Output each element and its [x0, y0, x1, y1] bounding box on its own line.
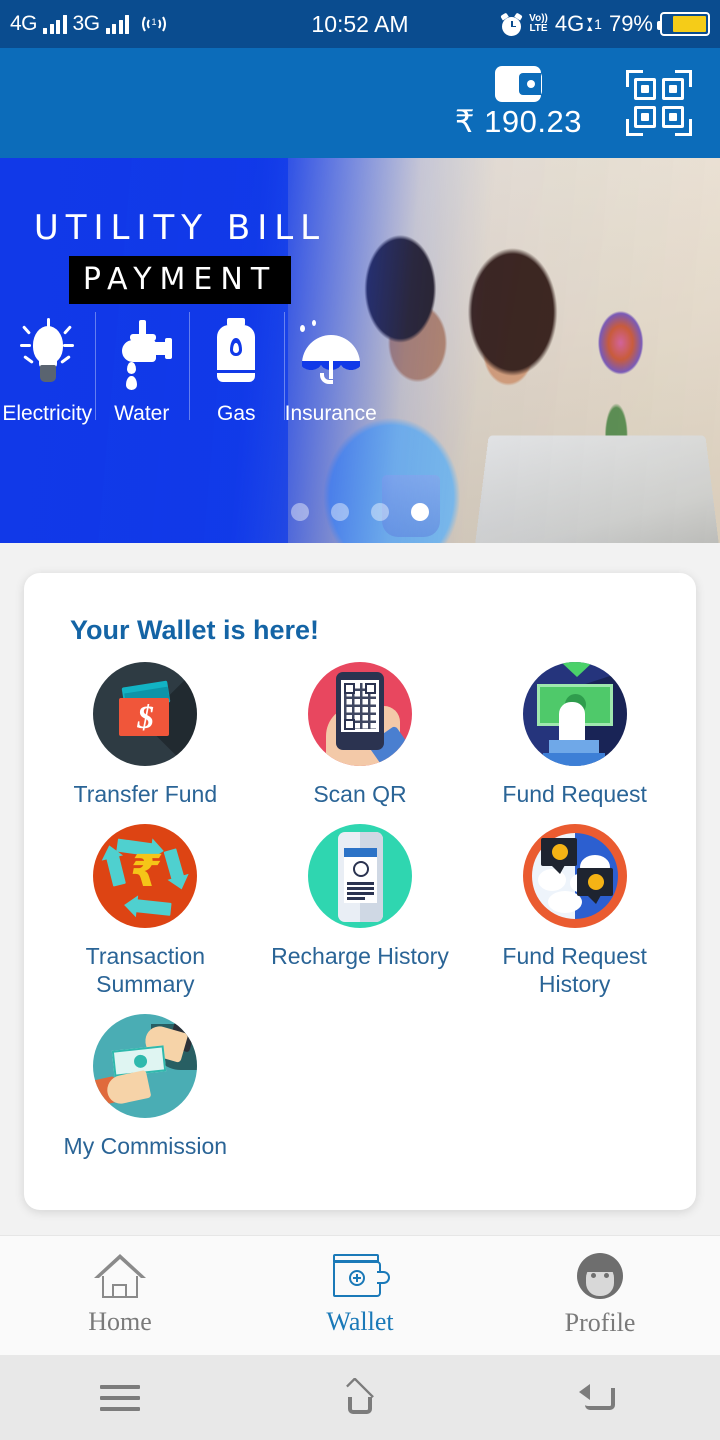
volte-line2: LTE [529, 23, 548, 34]
data-network-label: 4G [554, 11, 585, 36]
fund-request-icon [522, 662, 627, 766]
fund-request-history-icon [522, 824, 627, 929]
hotspot-icon: 1 [141, 13, 167, 35]
wallet-action-fund-request[interactable]: Fund Request [467, 662, 682, 808]
recharge-history-icon [307, 824, 412, 929]
banner-service-label: Gas [216, 402, 256, 425]
wallet-balance-button[interactable]: ₹ 190.23 [455, 66, 582, 140]
android-home-icon [337, 1376, 383, 1415]
carousel-dot[interactable] [371, 503, 389, 521]
banner-title: UTILITY BILL PAYMENT [0, 208, 360, 304]
wallet-action-scan-qr[interactable]: Scan QR [253, 662, 468, 808]
carousel-dot-active[interactable] [411, 503, 429, 521]
wallet-action-label: Transaction Summary [85, 943, 205, 998]
promo-banner[interactable]: UTILITY BILL PAYMENT Electricity Water G… [0, 158, 720, 543]
wallet-action-label: Recharge History [271, 943, 449, 970]
scan-qr-icon [307, 662, 412, 766]
android-home-button[interactable] [240, 1376, 480, 1415]
nav-tab-home[interactable]: Home [0, 1254, 240, 1337]
data-network-indicator: 4G ▼ ▲ 1 [555, 11, 602, 37]
carousel-dot[interactable] [291, 503, 309, 521]
wallet-action-label: Fund Request [502, 781, 647, 807]
sim1-signal-icon [43, 14, 67, 34]
banner-service-gas[interactable]: Gas [189, 310, 284, 426]
home-icon [94, 1254, 146, 1298]
banner-service-label: Water [114, 402, 170, 425]
nav-tab-label: Wallet [326, 1307, 394, 1336]
wallet-action-label: Transfer Fund [73, 781, 218, 807]
banner-service-list: Electricity Water Gas Insurance [0, 310, 378, 426]
wallet-action-recharge-history[interactable]: Recharge History [253, 824, 468, 998]
menu-icon [100, 1384, 140, 1411]
wallet-action-grid: $ Transfer Fund Scan QR Fund Request ₹ T… [38, 662, 682, 1176]
my-commission-icon [93, 1014, 198, 1119]
wallet-action-label: Scan QR [313, 781, 407, 807]
nav-tab-wallet[interactable]: Wallet [240, 1254, 480, 1337]
svg-text:1: 1 [152, 17, 157, 27]
bottom-navigation-bar: Home Wallet Profile [0, 1235, 720, 1355]
wallet-nav-icon [333, 1254, 390, 1298]
banner-service-label: Electricity [2, 402, 93, 425]
wallet-action-label: My Commission [63, 1133, 228, 1160]
wallet-balance-label: ₹ 190.23 [454, 104, 582, 139]
banner-title-line1: UTILITY BILL [33, 208, 327, 248]
wallet-card: Your Wallet is here! $ Transfer Fund Sca… [24, 573, 696, 1211]
profile-icon [577, 1253, 623, 1299]
wallet-action-my-commission[interactable]: My Commission [38, 1014, 253, 1160]
android-menu-button[interactable] [0, 1384, 240, 1411]
umbrella-icon [284, 314, 379, 392]
lightbulb-icon [0, 314, 95, 392]
wallet-action-label: Fund Request History [502, 943, 647, 998]
alarm-icon [500, 12, 523, 36]
nav-tab-label: Home [88, 1307, 152, 1336]
android-back-button[interactable] [480, 1382, 720, 1414]
faucet-icon [95, 314, 190, 392]
gas-cylinder-icon [189, 314, 284, 392]
status-bar-right: Vo)) LTE 4G ▼ ▲ 1 79% [500, 11, 710, 37]
wallet-icon [495, 66, 543, 102]
volte-icon: Vo)) LTE [529, 14, 548, 34]
back-icon [579, 1382, 621, 1414]
sim1-network-label: 4G [10, 12, 38, 35]
sim2-network-label: 3G [72, 12, 101, 35]
data-suffix: 1 [594, 16, 602, 32]
wallet-card-title: Your Wallet is here! [70, 615, 320, 645]
banner-service-water[interactable]: Water [94, 310, 190, 426]
transfer-fund-icon: $ [93, 662, 198, 766]
transaction-summary-icon: ₹ [93, 824, 198, 929]
wallet-action-transfer-fund[interactable]: $ Transfer Fund [38, 662, 253, 808]
android-system-nav [0, 1355, 720, 1440]
sim2-signal-icon [105, 14, 130, 34]
banner-service-electricity[interactable]: Electricity [0, 310, 95, 426]
qr-scanner-icon[interactable] [626, 70, 692, 136]
nav-tab-profile[interactable]: Profile [480, 1253, 720, 1338]
wallet-action-transaction-summary[interactable]: ₹ Transaction Summary [38, 824, 253, 998]
wallet-action-fund-request-history[interactable]: Fund Request History [467, 824, 682, 998]
banner-service-label: Insurance [284, 402, 377, 425]
carousel-dot[interactable] [331, 503, 349, 521]
banner-title-line2: PAYMENT [68, 256, 292, 304]
status-bar: 4G 3G 1 10:52 AM Vo)) LTE 4G ▼ ▲ 1 79% [0, 0, 720, 48]
data-arrows-icon: ▼ ▲ [585, 15, 595, 33]
nav-tab-label: Profile [564, 1308, 636, 1337]
battery-icon [657, 12, 710, 36]
app-header: ₹ 190.23 [0, 48, 720, 158]
status-bar-left: 4G 3G 1 [10, 12, 167, 36]
carousel-dots [0, 503, 720, 521]
banner-service-insurance[interactable]: Insurance [283, 310, 379, 426]
battery-percent-label: 79% [608, 11, 653, 36]
